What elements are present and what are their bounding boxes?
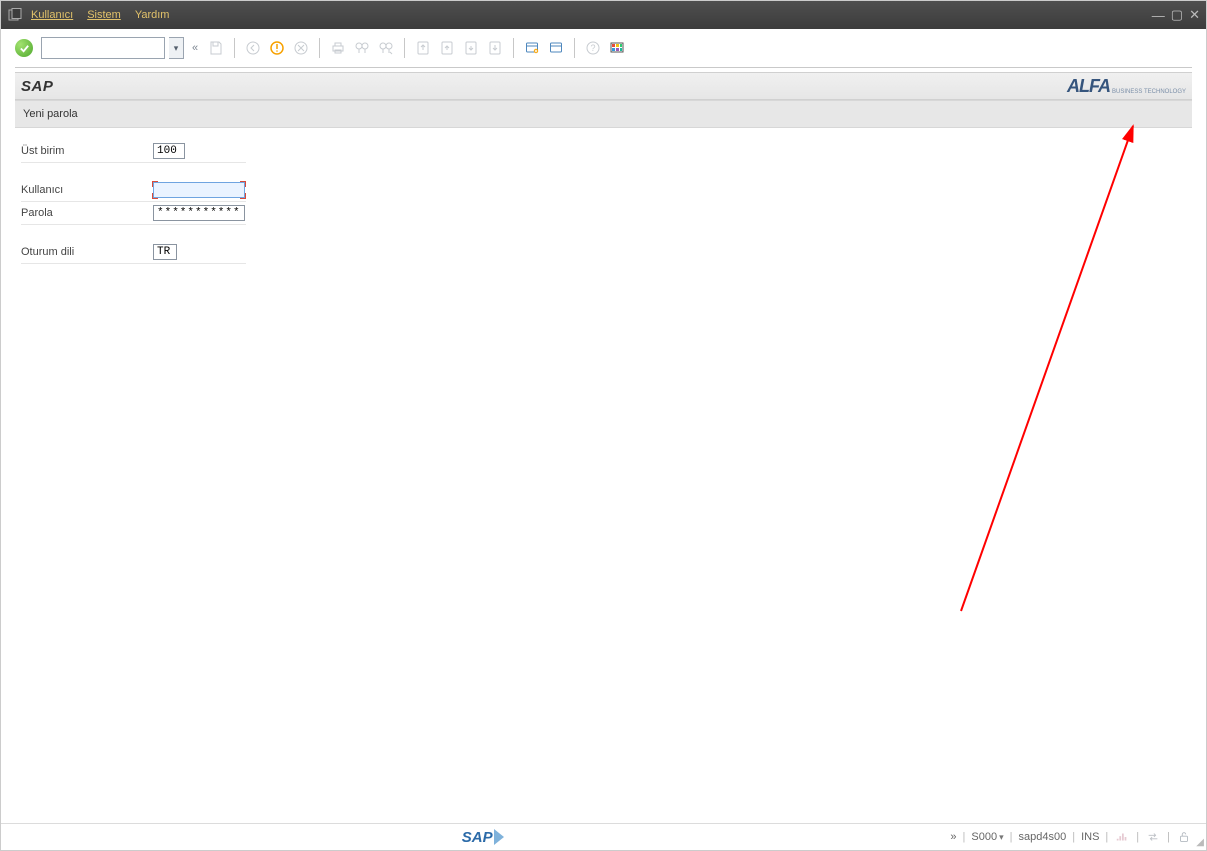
enter-button[interactable] — [15, 39, 33, 57]
status-right: » | S000▾ | sapd4s00 | INS | | | — [950, 829, 1192, 845]
status-bar: SAP » | S000▾ | sapd4s00 | INS | | | — [1, 823, 1206, 850]
toolbar: ▾ « — [1, 29, 1206, 68]
title-bar: Kullanıcı Sistem Yardım — ▢ ✕ — [1, 1, 1206, 29]
svg-text:?: ? — [591, 43, 596, 53]
sap-logo: SAP — [462, 829, 504, 846]
last-page-icon[interactable] — [485, 38, 505, 58]
client-label: Üst birim — [21, 145, 153, 157]
status-insert-mode: INS — [1081, 831, 1099, 843]
help-icon[interactable]: ? — [583, 38, 603, 58]
application-toolbar: Yeni parola — [15, 100, 1192, 128]
language-field[interactable] — [153, 244, 177, 260]
signal-icon — [1114, 829, 1130, 845]
maximize-icon[interactable]: ▢ — [1171, 7, 1183, 23]
close-icon[interactable]: ✕ — [1189, 7, 1200, 23]
print-icon[interactable] — [328, 38, 348, 58]
command-field[interactable] — [41, 37, 165, 59]
menu-help[interactable]: Yardım — [135, 9, 170, 21]
new-password-button[interactable]: Yeni parola — [23, 108, 78, 120]
language-label: Oturum dili — [21, 246, 153, 258]
find-icon[interactable] — [352, 38, 372, 58]
app-icon — [7, 7, 23, 23]
create-shortcut-icon[interactable] — [546, 38, 566, 58]
separator — [574, 38, 575, 58]
password-label: Parola — [21, 207, 153, 219]
collapse-toolbar-icon[interactable]: « — [192, 42, 198, 54]
menu-user[interactable]: Kullanıcı — [31, 9, 73, 21]
command-history-dropdown[interactable]: ▾ — [169, 37, 184, 59]
password-row: Parola — [21, 202, 246, 225]
user-row: Kullanıcı — [21, 179, 246, 202]
layout-icon[interactable] — [607, 38, 627, 58]
password-field[interactable] — [153, 205, 245, 221]
sap-gui-window: Kullanıcı Sistem Yardım — ▢ ✕ ▾ « — [0, 0, 1207, 851]
status-system: sapd4s00 — [1018, 831, 1066, 843]
menu-system[interactable]: Sistem — [87, 9, 121, 21]
first-page-icon[interactable] — [413, 38, 433, 58]
new-session-icon[interactable] — [522, 38, 542, 58]
language-row: Oturum dili — [21, 241, 246, 264]
separator — [404, 38, 405, 58]
prev-page-icon[interactable] — [437, 38, 457, 58]
login-form: Üst birim Kullanıcı Parola Oturum dili — [1, 128, 1206, 276]
separator — [234, 38, 235, 58]
brand-logo: ALFABUSINESS TECHNOLOGY — [1067, 76, 1186, 97]
find-next-icon[interactable] — [376, 38, 396, 58]
back-icon[interactable] — [243, 38, 263, 58]
exit-icon[interactable] — [267, 38, 287, 58]
page-title: SAP — [21, 78, 53, 95]
user-field[interactable] — [153, 182, 245, 198]
minimize-icon[interactable]: — — [1152, 8, 1165, 23]
client-field[interactable] — [153, 143, 185, 159]
transfer-icon[interactable] — [1145, 829, 1161, 845]
save-icon[interactable] — [206, 38, 226, 58]
user-label: Kullanıcı — [21, 184, 153, 196]
separator — [513, 38, 514, 58]
window-controls: — ▢ ✕ — [1152, 1, 1200, 29]
status-expand-icon[interactable]: » — [950, 831, 956, 843]
lock-icon[interactable] — [1176, 829, 1192, 845]
cancel-icon[interactable] — [291, 38, 311, 58]
client-row: Üst birim — [21, 140, 246, 163]
resize-handle-icon[interactable]: ◢ — [1196, 837, 1204, 848]
next-page-icon[interactable] — [461, 38, 481, 58]
status-tcode[interactable]: S000▾ — [971, 831, 1003, 843]
separator — [319, 38, 320, 58]
page-title-bar: SAP ALFABUSINESS TECHNOLOGY — [15, 72, 1192, 100]
